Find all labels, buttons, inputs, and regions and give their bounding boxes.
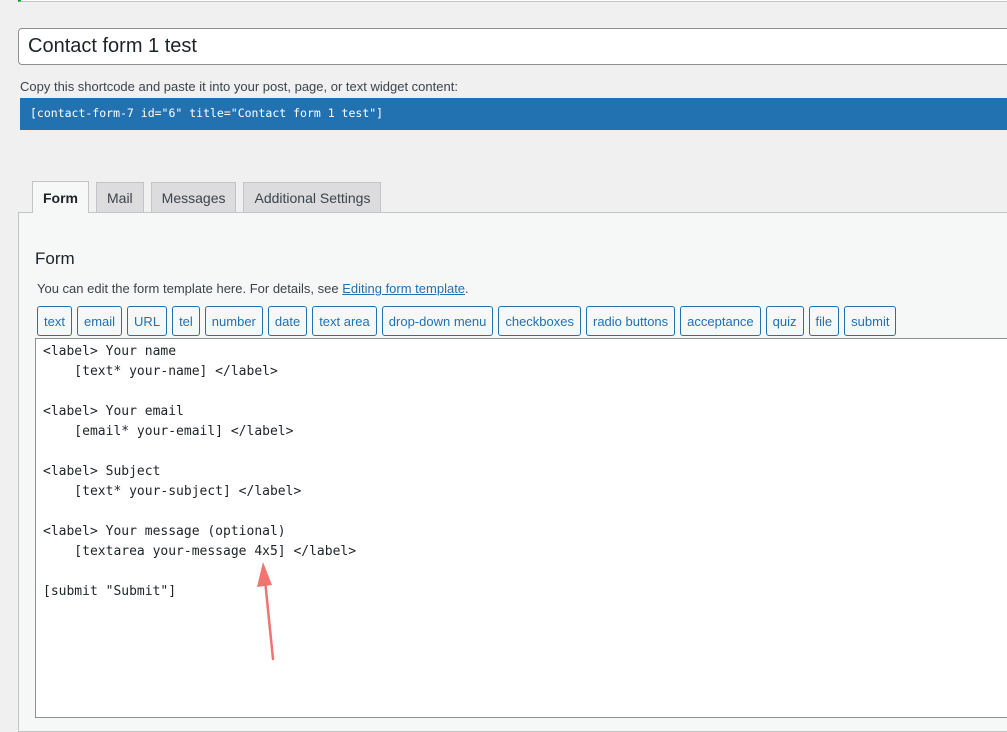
shortcode-field[interactable]: [contact-form-7 id="6" title="Contact fo… <box>20 98 1007 130</box>
tag-button-date[interactable]: date <box>267 306 308 336</box>
tag-button-drop-down-menu[interactable]: drop-down menu <box>381 306 494 336</box>
tag-button-email[interactable]: email <box>76 306 123 336</box>
tab-additional-settings[interactable]: Additional Settings <box>243 182 382 213</box>
editing-form-template-link[interactable]: Editing form template <box>342 281 465 296</box>
tag-button-quiz[interactable]: quiz <box>765 306 804 336</box>
tag-button-acceptance[interactable]: acceptance <box>680 306 761 336</box>
tag-button-checkboxes[interactable]: checkboxes <box>498 306 581 336</box>
tab-messages[interactable]: Messages <box>150 182 237 213</box>
shortcode-hint: Copy this shortcode and paste it into yo… <box>20 79 458 94</box>
tag-button-url[interactable]: URL <box>127 306 168 336</box>
admin-notice <box>18 0 1007 2</box>
panel-title: Form <box>35 249 75 268</box>
tab-form[interactable]: Form <box>32 181 89 213</box>
panel-description: You can edit the form template here. For… <box>37 281 469 296</box>
form-title-input[interactable] <box>18 28 1007 65</box>
editor-tabs: Form Mail Messages Additional Settings <box>32 181 388 213</box>
tag-button-tel[interactable]: tel <box>172 306 200 336</box>
tag-generator-buttons: text email URL tel number date text area… <box>37 306 901 336</box>
tab-mail[interactable]: Mail <box>96 182 144 213</box>
panel-desc-prefix: You can edit the form template here. For… <box>37 281 343 296</box>
tag-button-number[interactable]: number <box>204 306 263 336</box>
tag-button-radio-buttons[interactable]: radio buttons <box>586 306 676 336</box>
tag-button-text-area[interactable]: text area <box>312 306 377 336</box>
panel-desc-suffix: . <box>465 281 469 296</box>
form-template-editor[interactable]: <label> Your name [text* your-name] </la… <box>35 338 1007 718</box>
tag-button-text[interactable]: text <box>37 306 72 336</box>
tag-button-submit[interactable]: submit <box>844 306 897 336</box>
tag-button-file[interactable]: file <box>808 306 840 336</box>
